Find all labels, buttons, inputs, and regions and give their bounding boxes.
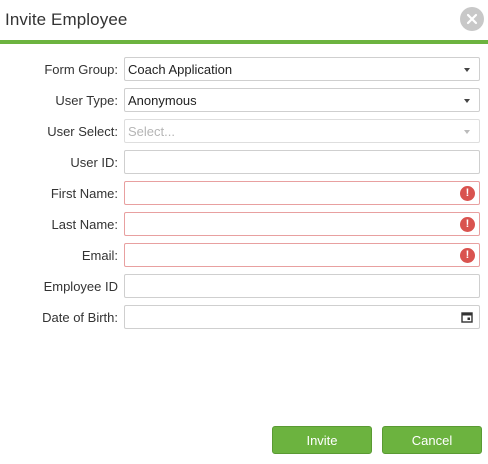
dialog-title: Invite Employee — [5, 10, 128, 29]
chevron-down-icon — [464, 68, 470, 72]
chevron-down-icon — [464, 99, 470, 103]
close-icon — [466, 13, 478, 25]
invite-employee-dialog: Invite Employee Form Group: Coach Applic… — [0, 0, 488, 464]
form-group-value: Coach Application — [128, 62, 233, 77]
user-select-select[interactable]: Select... — [124, 119, 480, 143]
user-select-label: User Select: — [47, 124, 118, 139]
calendar-icon[interactable] — [461, 311, 473, 323]
first-name-label: First Name: — [50, 186, 118, 201]
first-name-row: First Name: ! — [0, 181, 488, 207]
user-select-row: User Select: Select... — [0, 119, 488, 145]
user-id-input[interactable] — [124, 150, 480, 174]
dialog-header: Invite Employee — [0, 0, 488, 42]
email-label: Email: — [81, 248, 118, 263]
close-button[interactable] — [460, 7, 484, 31]
last-name-input[interactable]: ! — [124, 212, 480, 236]
form-group-label: Form Group: — [44, 62, 118, 77]
first-name-input[interactable]: ! — [124, 181, 480, 205]
error-icon: ! — [460, 186, 475, 201]
header-divider — [0, 40, 488, 44]
invite-button[interactable]: Invite — [272, 426, 372, 454]
employee-id-input[interactable] — [124, 274, 480, 298]
date-of-birth-input[interactable] — [124, 305, 480, 329]
cancel-button[interactable]: Cancel — [382, 426, 482, 454]
date-of-birth-row: Date of Birth: — [0, 305, 488, 331]
user-id-row: User ID: — [0, 150, 488, 176]
user-id-label: User ID: — [70, 155, 118, 170]
last-name-label: Last Name: — [51, 217, 118, 232]
error-icon: ! — [460, 248, 475, 263]
email-input[interactable]: ! — [124, 243, 480, 267]
user-type-value: Anonymous — [128, 93, 197, 108]
user-type-row: User Type: Anonymous — [0, 88, 488, 114]
error-icon: ! — [460, 217, 475, 232]
employee-id-row: Employee ID — [0, 274, 488, 300]
employee-id-label: Employee ID — [43, 279, 118, 294]
user-type-label: User Type: — [55, 93, 118, 108]
last-name-row: Last Name: ! — [0, 212, 488, 238]
email-row: Email: ! — [0, 243, 488, 269]
date-of-birth-label: Date of Birth: — [42, 310, 118, 325]
form-group-row: Form Group: Coach Application — [0, 57, 488, 83]
user-type-select[interactable]: Anonymous — [124, 88, 480, 112]
chevron-down-icon — [464, 130, 470, 134]
user-select-placeholder: Select... — [128, 124, 175, 139]
form-group-select[interactable]: Coach Application — [124, 57, 480, 81]
